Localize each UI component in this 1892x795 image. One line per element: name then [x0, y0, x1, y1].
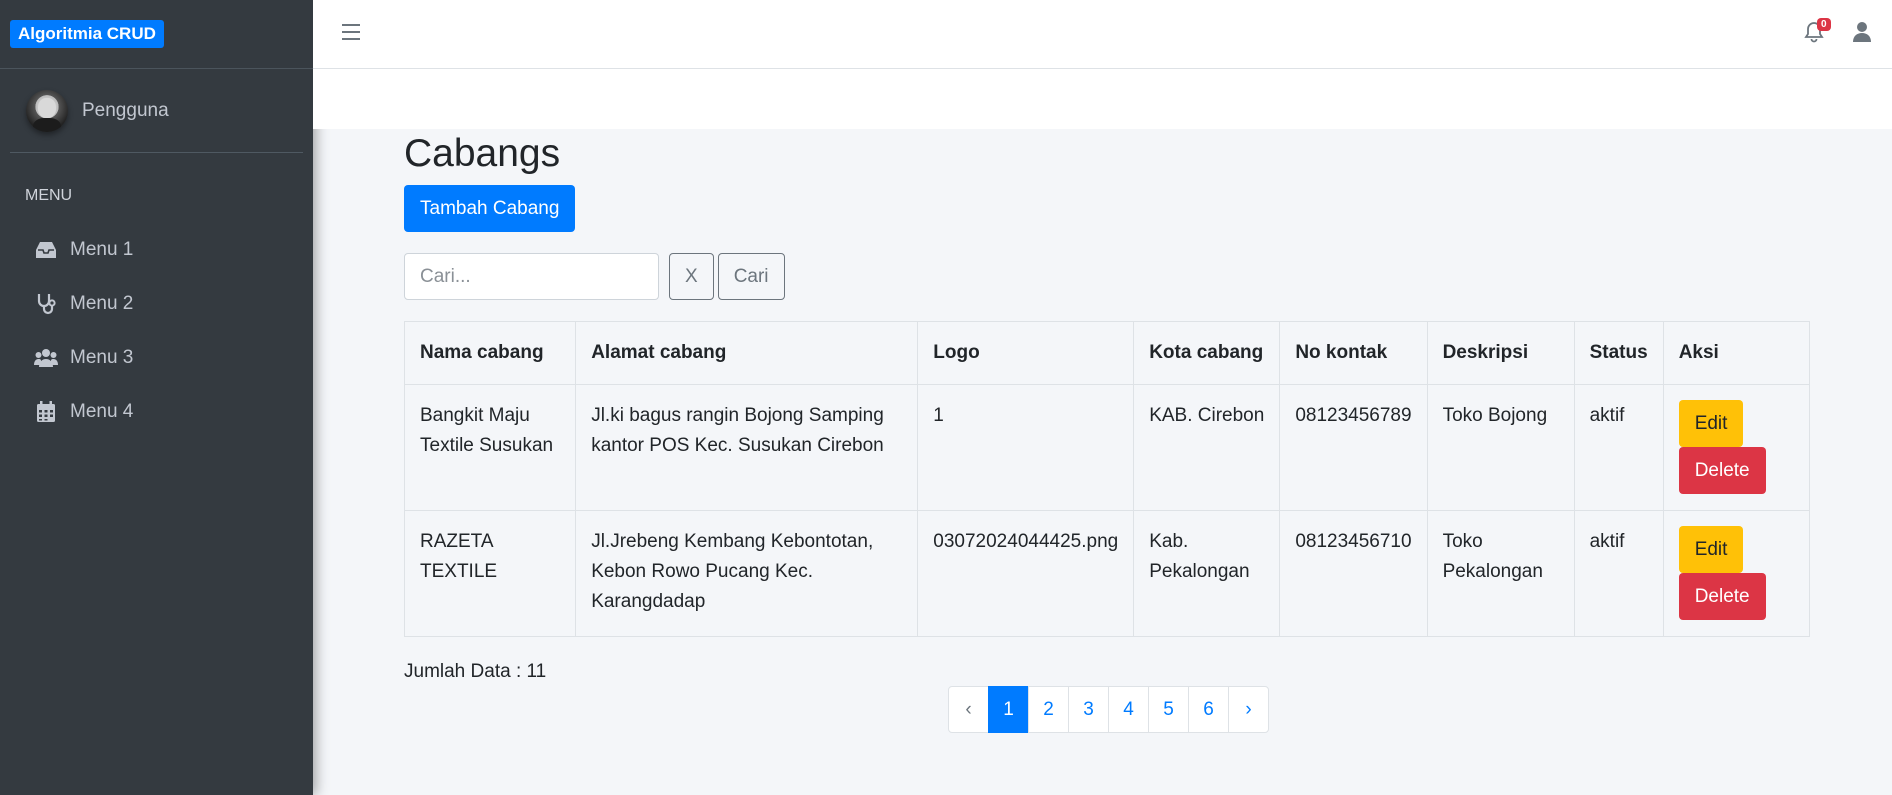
delete-button[interactable]: Delete [1678, 447, 1766, 494]
user-name: Pengguna [82, 99, 169, 121]
column-header: Kota cabang [1133, 321, 1281, 385]
cell-kontak: 08123456789 [1279, 384, 1428, 511]
pagination-page-5[interactable]: 5 [1148, 686, 1189, 733]
calendar-icon [34, 400, 58, 424]
pagination-next[interactable]: › [1228, 686, 1269, 733]
table-header-row: Nama cabang Alamat cabang Logo Kota caba… [403, 321, 1811, 385]
cell-deskripsi: Toko Bojong [1426, 384, 1575, 511]
menu-toggle-icon[interactable] [342, 24, 360, 42]
sidebar-item-label: Menu 2 [70, 293, 134, 314]
cell-kota: Kab. Pekalongan [1133, 510, 1281, 637]
pagination-prev[interactable]: ‹ [948, 686, 989, 733]
sidebar-item-label: Menu 1 [70, 239, 134, 260]
user-panel[interactable]: Pengguna [10, 69, 303, 153]
cell-alamat: Jl.ki bagus rangin Bojong Samping kantor… [575, 384, 919, 511]
brand-area: Algoritmia CRUD [0, 0, 313, 69]
sidebar-item-menu-2[interactable]: Menu 2 [0, 277, 313, 331]
sidebar: Algoritmia CRUD Pengguna MENU Menu 1 Men… [0, 0, 313, 795]
column-header: Deskripsi [1426, 321, 1575, 385]
table-row: Bangkit Maju Textile Susukan Jl.ki bagus… [403, 384, 1811, 511]
stethoscope-icon [34, 292, 58, 316]
sidebar-item-menu-3[interactable]: Menu 3 [0, 331, 313, 385]
main-content: Cabangs Tambah Cabang X Cari Nama cabang… [403, 129, 1811, 685]
record-count: Jumlah Data : 11 [404, 661, 547, 682]
pagination-page-4[interactable]: 4 [1108, 686, 1149, 733]
column-header: Nama cabang [403, 321, 577, 385]
delete-button[interactable]: Delete [1678, 573, 1766, 620]
pagination-page-6[interactable]: 6 [1188, 686, 1229, 733]
cell-nama: RAZETA TEXTILE [403, 510, 577, 637]
column-header: Alamat cabang [575, 321, 919, 385]
menu-header: MENU [25, 187, 73, 204]
sidebar-item-label: Menu 3 [70, 347, 134, 368]
table-row: RAZETA TEXTILE Jl.Jrebeng Kembang Kebont… [403, 510, 1811, 637]
sidebar-item-menu-4[interactable]: Menu 4 [0, 385, 313, 439]
inbox-icon [34, 238, 58, 262]
cell-logo: 03072024044425.png [917, 510, 1135, 637]
avatar [26, 89, 68, 132]
edit-button[interactable]: Edit [1678, 526, 1744, 573]
sidebar-item-menu-1[interactable]: Menu 1 [0, 223, 313, 277]
add-cabang-button[interactable]: Tambah Cabang [404, 185, 576, 232]
notifications-bell-icon[interactable]: 0 [1804, 18, 1831, 45]
column-header: Aksi [1662, 321, 1811, 385]
cell-kontak: 08123456710 [1279, 510, 1428, 637]
search-button[interactable]: Cari [717, 253, 785, 300]
cell-deskripsi: Toko Pekalongan [1426, 510, 1575, 637]
page-title: Cabangs [404, 132, 561, 175]
user-menu-icon[interactable] [1852, 21, 1874, 45]
pagination-page-1[interactable]: 1 [988, 686, 1029, 733]
cell-logo: 1 [917, 384, 1135, 511]
cell-kota: KAB. Cirebon [1133, 384, 1281, 511]
notification-badge: 0 [1817, 18, 1831, 31]
cell-alamat: Jl.Jrebeng Kembang Kebontotan, Kebon Row… [575, 510, 919, 637]
content-header [313, 69, 1892, 129]
pagination: ‹ 1 2 3 4 5 6 › [948, 686, 1269, 733]
column-header: No kontak [1279, 321, 1428, 385]
cell-status: aktif [1573, 384, 1664, 511]
sidebar-item-label: Menu 4 [70, 401, 134, 422]
cell-aksi: Edit Delete [1662, 510, 1811, 637]
column-header: Logo [917, 321, 1135, 385]
column-header: Status [1573, 321, 1664, 385]
cell-status: aktif [1573, 510, 1664, 637]
cell-nama: Bangkit Maju Textile Susukan [403, 384, 577, 511]
cabang-table: Nama cabang Alamat cabang Logo Kota caba… [403, 321, 1811, 637]
clear-search-button[interactable]: X [669, 253, 714, 300]
top-navbar: 0 [313, 0, 1892, 69]
search-form: X Cari [404, 253, 1811, 300]
cell-aksi: Edit Delete [1662, 384, 1811, 511]
edit-button[interactable]: Edit [1678, 400, 1744, 447]
search-input[interactable] [404, 253, 659, 300]
pagination-page-2[interactable]: 2 [1028, 686, 1069, 733]
pagination-page-3[interactable]: 3 [1068, 686, 1109, 733]
users-icon [34, 346, 58, 370]
brand-link[interactable]: Algoritmia CRUD [10, 20, 164, 48]
